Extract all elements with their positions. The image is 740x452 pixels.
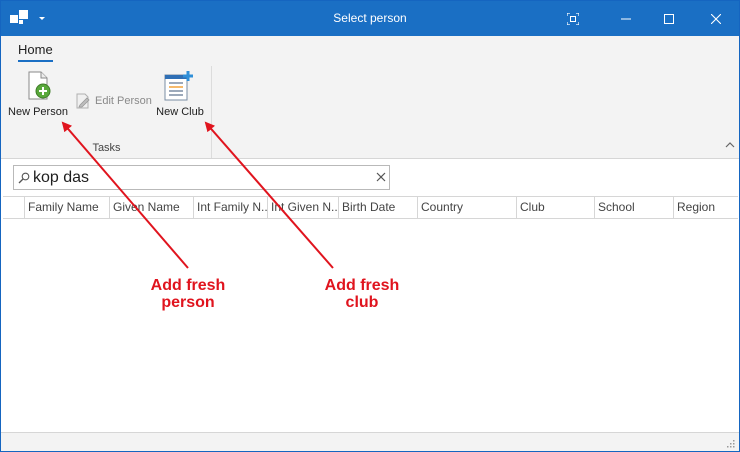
maximize-button[interactable] [646,1,692,36]
ribbon-group-label: Tasks [92,142,121,154]
new-person-icon [28,71,51,100]
column-region[interactable]: Region [674,197,738,218]
persons-grid: Family Name Given Name Int Family N... I… [3,196,738,432]
fullscreen-button[interactable] [550,1,596,36]
annotation-add-person-line1: Add fresh [150,277,226,294]
clear-search-icon[interactable] [375,171,387,183]
new-club-label: New Club [156,106,204,118]
title-bar: Select person [1,1,739,36]
search-box [13,165,390,190]
close-icon [711,13,721,24]
column-country[interactable]: Country [418,197,517,218]
fullscreen-icon [567,12,579,25]
minimize-button[interactable] [603,1,649,36]
minimize-icon [621,18,631,19]
grid-header: Family Name Given Name Int Family N... I… [3,197,738,219]
select-person-window: Select person Home Tasks New Person Edit… [0,0,740,452]
annotation-add-person-line2: person [161,294,215,311]
search-icon [18,172,30,184]
maximize-icon [664,13,674,24]
new-club-icon [164,71,193,101]
annotation-add-club-line1: Add fresh [324,277,400,294]
grid-body[interactable] [3,219,738,431]
edit-icon [76,93,90,109]
status-bar [1,432,739,451]
search-input[interactable] [33,168,363,187]
annotation-add-person: Add fresh person [130,277,246,311]
column-int-given-name[interactable]: Int Given N... [268,197,339,218]
column-given-name[interactable]: Given Name [110,197,194,218]
edit-person-button[interactable]: Edit Person [74,91,154,111]
column-school[interactable]: School [595,197,674,218]
row-indicator-header [3,197,25,218]
ribbon: Home Tasks New Person Edit Person New Cl… [1,36,739,159]
new-person-button[interactable]: New Person [5,69,71,121]
column-birth-date[interactable]: Birth Date [339,197,418,218]
close-button[interactable] [693,1,739,36]
column-int-family-name[interactable]: Int Family N... [194,197,268,218]
annotation-add-club: Add fresh club [304,277,420,311]
column-club[interactable]: Club [517,197,595,218]
annotation-add-club-line2: club [345,294,379,311]
new-club-button[interactable]: New Club [153,69,207,121]
column-family-name[interactable]: Family Name [25,197,110,218]
new-person-label: New Person [8,106,68,118]
edit-person-label: Edit Person [95,95,152,107]
tab-home[interactable]: Home [18,42,53,62]
resize-grip-icon[interactable] [725,438,735,448]
collapse-ribbon-icon[interactable] [724,140,736,150]
